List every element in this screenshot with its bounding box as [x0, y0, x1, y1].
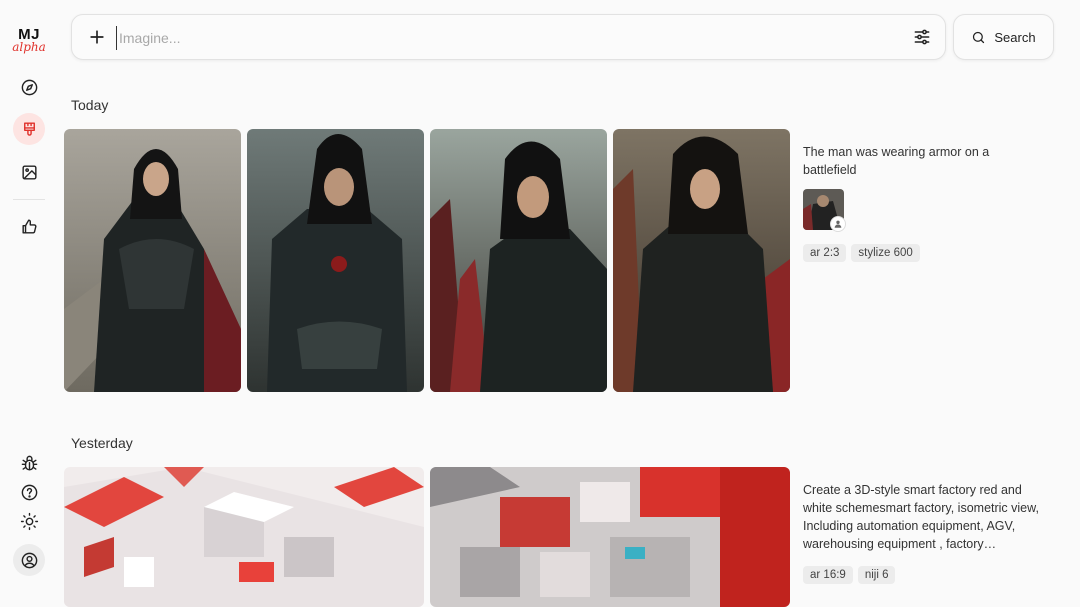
tag-list-today: ar 2:3 stylize 600: [803, 244, 920, 262]
sidebar-item-rank[interactable]: [13, 210, 45, 242]
prompt-bar: [71, 14, 946, 60]
generated-image-2[interactable]: [247, 129, 424, 392]
sidebar-item-account[interactable]: [13, 544, 45, 576]
generated-image-4[interactable]: [613, 129, 790, 392]
tag-stylize[interactable]: stylize 600: [851, 244, 920, 262]
person-icon: [834, 220, 842, 228]
prompt-text-yesterday[interactable]: Create a 3D-style smart factory red and …: [803, 481, 1043, 553]
sidebar-item-help[interactable]: [13, 476, 45, 508]
help-icon: [21, 484, 37, 500]
sidebar-item-bug[interactable]: [13, 447, 45, 479]
section-title-yesterday: Yesterday: [71, 435, 133, 451]
sidebar-item-organize[interactable]: [13, 156, 45, 188]
sidebar-item-create[interactable]: [13, 113, 45, 145]
section-title-today: Today: [71, 97, 109, 113]
search-icon: [973, 31, 985, 43]
compass-icon: [21, 79, 37, 95]
tag-aspect-ratio[interactable]: ar 2:3: [803, 244, 847, 262]
sidebar-item-explore[interactable]: [13, 71, 45, 103]
sliders-icon[interactable]: [912, 27, 932, 47]
user-circle-icon: [21, 552, 37, 568]
bug-icon: [21, 455, 37, 471]
sun-icon: [20, 512, 38, 530]
sidebar-divider: [13, 199, 45, 200]
thumbs-up-icon: [21, 218, 37, 234]
logo-sub: alpha: [12, 40, 46, 54]
tag-niji[interactable]: niji 6: [857, 566, 896, 584]
brush-icon: [23, 121, 35, 136]
search-button[interactable]: Search: [953, 14, 1054, 60]
generated-image-6[interactable]: [430, 467, 790, 607]
person-badge: [830, 216, 846, 232]
tag-aspect-ratio[interactable]: ar 16:9: [803, 566, 853, 584]
sidebar-item-theme[interactable]: [13, 505, 45, 537]
tag-list-yesterday: ar 16:9 niji 6: [803, 566, 896, 584]
plus-icon[interactable]: [87, 27, 107, 47]
search-label: Search: [994, 29, 1036, 45]
generated-image-1[interactable]: [64, 129, 241, 392]
logo[interactable]: MJ alpha: [10, 27, 48, 54]
image-icon: [21, 164, 37, 180]
prompt-text-today[interactable]: The man was wearing armor on a battlefie…: [803, 143, 1043, 179]
generated-image-3[interactable]: [430, 129, 607, 392]
generated-image-5[interactable]: [64, 467, 424, 607]
imagine-input[interactable]: [116, 26, 896, 50]
sidebar: MJ alpha: [0, 0, 58, 590]
